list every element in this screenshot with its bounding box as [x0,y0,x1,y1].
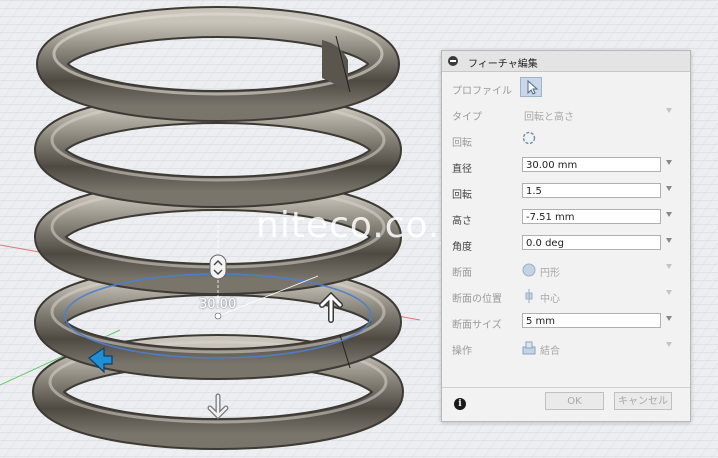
panel-title: フィーチャ編集 [468,59,538,70]
chevron-down-icon[interactable] [666,290,672,295]
rotate-dashed-circle-icon[interactable] [522,131,536,145]
row-section[interactable]: 断面 円形 [442,259,690,281]
chevron-down-icon[interactable] [666,316,672,321]
section-label: 断面 [452,268,472,279]
circle-icon [522,263,536,277]
section-size-input[interactable]: 5 mm [522,313,661,328]
minus-circle-icon[interactable] [448,56,458,66]
panel-footer: i OK キャンセル [442,387,690,422]
feature-edit-panel: フィーチャ編集 プロファイル タイプ 回転と高さ 回転 直径 30.00 mm … [441,50,691,422]
info-icon[interactable]: i [454,398,466,410]
row-diameter: 直径 30.00 mm [442,155,690,177]
row-section-size: 断面サイズ 5 mm [442,311,690,333]
section-dropdown-value[interactable]: 円形 [540,264,560,279]
type-dropdown-value[interactable]: 回転と高さ [524,108,574,123]
rotation-direction-label: 回転 [452,138,472,149]
angle-input[interactable]: 0.0 deg [522,235,661,250]
dimension-label[interactable]: 30.00 [199,297,236,312]
section-size-label: 断面サイズ [452,320,502,331]
row-profile: プロファイル [442,77,690,99]
revolutions-label: 回転 [452,190,472,201]
row-operation[interactable]: 操作 結合 [442,337,690,359]
join-icon [522,341,536,355]
row-revolutions: 回転 1.5 [442,181,690,203]
row-type[interactable]: タイプ 回転と高さ [442,103,690,125]
row-height: 高さ -7.51 mm [442,207,690,229]
angle-label: 角度 [452,242,472,253]
section-position-label: 断面の位置 [452,294,502,305]
operation-dropdown-value[interactable]: 結合 [540,342,560,357]
diameter-input[interactable]: 30.00 mm [522,157,661,172]
height-input[interactable]: -7.51 mm [522,209,661,224]
cursor-arrow-icon [527,79,539,95]
height-label: 高さ [452,216,472,227]
height-handle-icon[interactable] [209,254,227,280]
row-rotation-direction: 回転 [442,129,690,151]
cancel-button[interactable]: キャンセル [614,392,672,410]
profile-select-button[interactable] [520,77,542,97]
row-section-position[interactable]: 断面の位置 中心 [442,285,690,307]
type-label: タイプ [452,112,482,123]
profile-label: プロファイル [452,86,512,97]
panel-header[interactable]: フィーチャ編集 [442,51,690,72]
diameter-label: 直径 [452,164,472,175]
revolutions-input[interactable]: 1.5 [522,183,661,198]
section-position-dropdown-value[interactable]: 中心 [540,290,560,305]
chevron-down-icon[interactable] [666,186,672,191]
chevron-down-icon[interactable] [666,238,672,243]
operation-label: 操作 [452,346,472,357]
center-align-icon [525,289,533,303]
chevron-down-icon[interactable] [666,160,672,165]
chevron-down-icon[interactable] [666,342,672,347]
chevron-down-icon[interactable] [666,212,672,217]
row-angle: 角度 0.0 deg [442,233,690,255]
ok-button[interactable]: OK [545,392,604,410]
chevron-down-icon[interactable] [666,264,672,269]
center-point [214,312,222,320]
chevron-down-icon[interactable] [666,108,672,113]
